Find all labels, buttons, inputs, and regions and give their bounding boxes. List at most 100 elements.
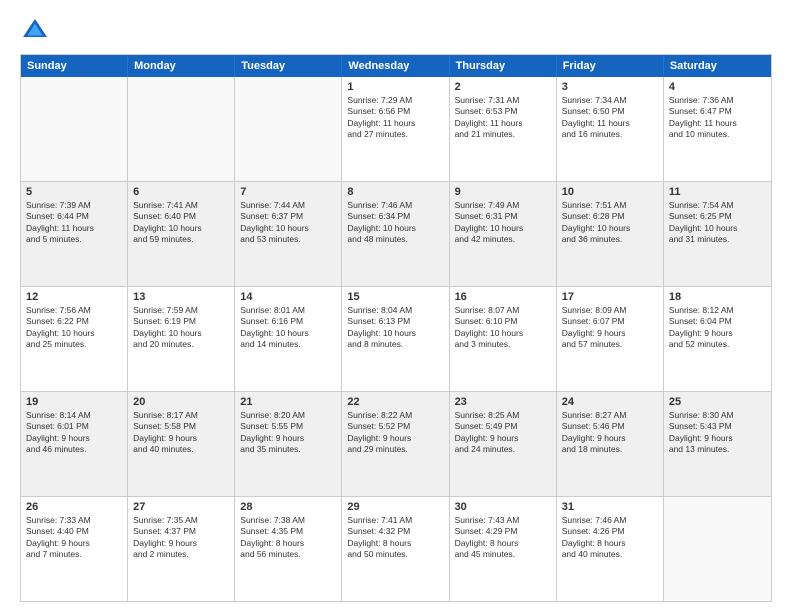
cell-info: Sunrise: 7:31 AM Sunset: 6:53 PM Dayligh…	[455, 95, 551, 141]
calendar-cell: 9 Sunrise: 7:49 AM Sunset: 6:31 PM Daylig…	[450, 182, 557, 286]
day-number: 3	[562, 81, 658, 93]
calendar-cell: 7Sunrise: 7:44 AM Sunset: 6:37 PM Daylig…	[235, 182, 342, 286]
cell-info: Sunrise: 7:46 AM Sunset: 6:34 PM Dayligh…	[347, 200, 443, 246]
calendar-cell: 30 Sunrise: 7:43 AM Sunset: 4:29 PM Dayli…	[450, 497, 557, 601]
calendar-cell: 1 Sunrise: 7:29 AM Sunset: 6:56 PM Daylig…	[342, 77, 449, 181]
cell-info: Sunrise: 8:14 AM Sunset: 6:01 PM Dayligh…	[26, 410, 122, 456]
cell-info: Sunrise: 7:33 AM Sunset: 4:40 PM Dayligh…	[26, 515, 122, 561]
day-number: 10	[562, 186, 658, 198]
calendar-cell: 8 Sunrise: 7:46 AM Sunset: 6:34 PM Daylig…	[342, 182, 449, 286]
day-number: 6	[133, 186, 229, 198]
calendar-cell: 17 Sunrise: 8:09 AM Sunset: 6:07 PM Dayli…	[557, 287, 664, 391]
calendar-cell: 3 Sunrise: 7:34 AM Sunset: 6:50 PM Daylig…	[557, 77, 664, 181]
day-number: 22	[347, 396, 443, 408]
day-number: 25	[669, 396, 766, 408]
calendar-row-1: 1 Sunrise: 7:29 AM Sunset: 6:56 PM Daylig…	[21, 77, 771, 181]
calendar-row-4: 19 Sunrise: 8:14 AM Sunset: 6:01 PM Dayli…	[21, 391, 771, 496]
day-number: 13	[133, 291, 229, 303]
calendar-cell	[21, 77, 128, 181]
calendar-header: SundayMondayTuesdayWednesdayThursdayFrid…	[21, 55, 771, 77]
day-number: 19	[26, 396, 122, 408]
cell-info: Sunrise: 7:34 AM Sunset: 6:50 PM Dayligh…	[562, 95, 658, 141]
page: SundayMondayTuesdayWednesdayThursdayFrid…	[0, 0, 792, 612]
day-number: 17	[562, 291, 658, 303]
day-number: 12	[26, 291, 122, 303]
day-number: 4	[669, 81, 766, 93]
header-day-thursday: Thursday	[450, 55, 557, 77]
header-day-wednesday: Wednesday	[342, 55, 449, 77]
calendar-cell: 31 Sunrise: 7:46 AM Sunset: 4:26 PM Dayli…	[557, 497, 664, 601]
cell-info: Sunrise: 8:12 AM Sunset: 6:04 PM Dayligh…	[669, 305, 766, 351]
cell-info: Sunrise: 8:17 AM Sunset: 5:58 PM Dayligh…	[133, 410, 229, 456]
header	[20, 16, 772, 46]
day-number: 31	[562, 501, 658, 513]
calendar-cell: 16 Sunrise: 8:07 AM Sunset: 6:10 PM Dayli…	[450, 287, 557, 391]
day-number: 5	[26, 186, 122, 198]
calendar-cell: 15Sunrise: 8:04 AM Sunset: 6:13 PM Dayli…	[342, 287, 449, 391]
day-number: 7	[240, 186, 336, 198]
calendar-cell: 28Sunrise: 7:38 AM Sunset: 4:35 PM Dayli…	[235, 497, 342, 601]
cell-info: Sunrise: 8:01 AM Sunset: 6:16 PM Dayligh…	[240, 305, 336, 351]
day-number: 26	[26, 501, 122, 513]
cell-info: Sunrise: 7:41 AM Sunset: 6:40 PM Dayligh…	[133, 200, 229, 246]
day-number: 23	[455, 396, 551, 408]
cell-info: Sunrise: 7:49 AM Sunset: 6:31 PM Dayligh…	[455, 200, 551, 246]
cell-info: Sunrise: 7:56 AM Sunset: 6:22 PM Dayligh…	[26, 305, 122, 351]
header-day-sunday: Sunday	[21, 55, 128, 77]
calendar-cell: 2 Sunrise: 7:31 AM Sunset: 6:53 PM Daylig…	[450, 77, 557, 181]
cell-info: Sunrise: 8:25 AM Sunset: 5:49 PM Dayligh…	[455, 410, 551, 456]
calendar-cell	[664, 497, 771, 601]
cell-info: Sunrise: 7:39 AM Sunset: 6:44 PM Dayligh…	[26, 200, 122, 246]
day-number: 2	[455, 81, 551, 93]
logo-icon	[20, 16, 50, 46]
calendar: SundayMondayTuesdayWednesdayThursdayFrid…	[20, 54, 772, 602]
logo	[20, 16, 54, 46]
day-number: 28	[240, 501, 336, 513]
calendar-cell: 12 Sunrise: 7:56 AM Sunset: 6:22 PM Dayli…	[21, 287, 128, 391]
cell-info: Sunrise: 7:41 AM Sunset: 4:32 PM Dayligh…	[347, 515, 443, 561]
calendar-cell: 26 Sunrise: 7:33 AM Sunset: 4:40 PM Dayli…	[21, 497, 128, 601]
day-number: 9	[455, 186, 551, 198]
cell-info: Sunrise: 8:27 AM Sunset: 5:46 PM Dayligh…	[562, 410, 658, 456]
header-day-monday: Monday	[128, 55, 235, 77]
calendar-cell: 21 Sunrise: 8:20 AM Sunset: 5:55 PM Dayli…	[235, 392, 342, 496]
cell-info: Sunrise: 7:51 AM Sunset: 6:28 PM Dayligh…	[562, 200, 658, 246]
day-number: 16	[455, 291, 551, 303]
calendar-cell: 19 Sunrise: 8:14 AM Sunset: 6:01 PM Dayli…	[21, 392, 128, 496]
calendar-cell: 10 Sunrise: 7:51 AM Sunset: 6:28 PM Dayli…	[557, 182, 664, 286]
day-number: 24	[562, 396, 658, 408]
calendar-cell: 27Sunrise: 7:35 AM Sunset: 4:37 PM Dayli…	[128, 497, 235, 601]
cell-info: Sunrise: 8:30 AM Sunset: 5:43 PM Dayligh…	[669, 410, 766, 456]
calendar-cell: 13 Sunrise: 7:59 AM Sunset: 6:19 PM Dayli…	[128, 287, 235, 391]
calendar-cell: 4Sunrise: 7:36 AM Sunset: 6:47 PM Daylig…	[664, 77, 771, 181]
calendar-row-3: 12 Sunrise: 7:56 AM Sunset: 6:22 PM Dayli…	[21, 286, 771, 391]
day-number: 21	[240, 396, 336, 408]
day-number: 18	[669, 291, 766, 303]
day-number: 29	[347, 501, 443, 513]
cell-info: Sunrise: 7:59 AM Sunset: 6:19 PM Dayligh…	[133, 305, 229, 351]
calendar-cell: 6 Sunrise: 7:41 AM Sunset: 6:40 PM Daylig…	[128, 182, 235, 286]
cell-info: Sunrise: 8:20 AM Sunset: 5:55 PM Dayligh…	[240, 410, 336, 456]
header-day-friday: Friday	[557, 55, 664, 77]
cell-info: Sunrise: 7:46 AM Sunset: 4:26 PM Dayligh…	[562, 515, 658, 561]
day-number: 8	[347, 186, 443, 198]
cell-info: Sunrise: 8:04 AM Sunset: 6:13 PM Dayligh…	[347, 305, 443, 351]
cell-info: Sunrise: 7:54 AM Sunset: 6:25 PM Dayligh…	[669, 200, 766, 246]
cell-info: Sunrise: 7:29 AM Sunset: 6:56 PM Dayligh…	[347, 95, 443, 141]
calendar-cell: 5 Sunrise: 7:39 AM Sunset: 6:44 PM Daylig…	[21, 182, 128, 286]
calendar-row-2: 5 Sunrise: 7:39 AM Sunset: 6:44 PM Daylig…	[21, 181, 771, 286]
day-number: 20	[133, 396, 229, 408]
calendar-cell	[235, 77, 342, 181]
day-number: 27	[133, 501, 229, 513]
day-number: 30	[455, 501, 551, 513]
day-number: 14	[240, 291, 336, 303]
calendar-row-5: 26 Sunrise: 7:33 AM Sunset: 4:40 PM Dayli…	[21, 496, 771, 601]
calendar-cell: 14 Sunrise: 8:01 AM Sunset: 6:16 PM Dayli…	[235, 287, 342, 391]
header-day-tuesday: Tuesday	[235, 55, 342, 77]
calendar-cell: 18 Sunrise: 8:12 AM Sunset: 6:04 PM Dayli…	[664, 287, 771, 391]
day-number: 1	[347, 81, 443, 93]
cell-info: Sunrise: 7:43 AM Sunset: 4:29 PM Dayligh…	[455, 515, 551, 561]
cell-info: Sunrise: 8:07 AM Sunset: 6:10 PM Dayligh…	[455, 305, 551, 351]
calendar-cell	[128, 77, 235, 181]
cell-info: Sunrise: 8:09 AM Sunset: 6:07 PM Dayligh…	[562, 305, 658, 351]
